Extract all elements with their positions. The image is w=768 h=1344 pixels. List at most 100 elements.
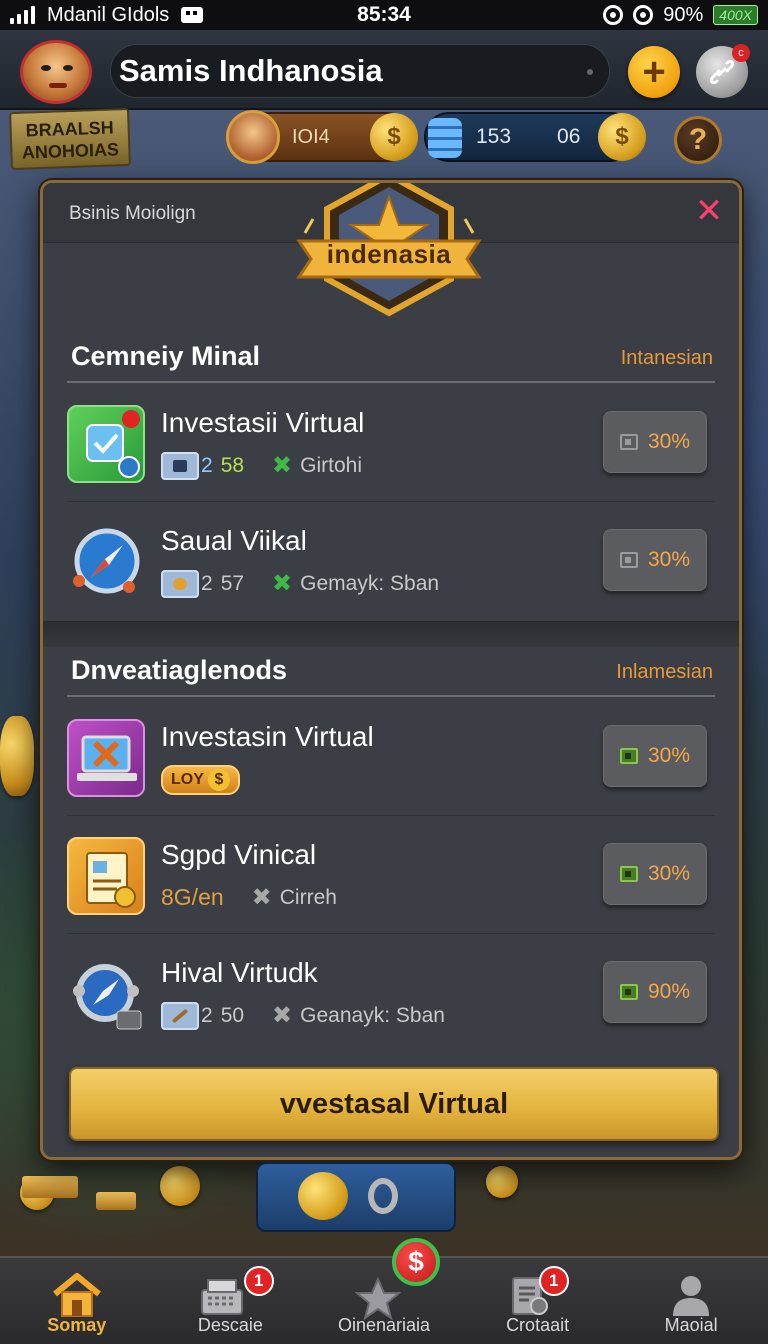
section-tag: Intanesian (620, 347, 713, 369)
item-tag: Cirreh (279, 885, 337, 909)
item-title: Hival Virtudk (161, 957, 318, 988)
dialog-subtitle: Bsinis Moiolign (69, 203, 196, 224)
notification-badge: 1 (243, 1266, 274, 1296)
cross-icon: ✖ (272, 1002, 293, 1029)
item-count: 2 (201, 1003, 213, 1027)
item-title: Saual Viikal (161, 525, 307, 556)
row-divider (67, 815, 715, 816)
coin-chip-icon (161, 569, 199, 598)
invest-percent: 30% (647, 430, 691, 453)
item-title: Sgpd Vinical (161, 839, 317, 870)
dollar-badge-icon: $ (391, 1238, 440, 1286)
item-value: 58 (220, 453, 245, 477)
item-meta: LOY $ (161, 765, 240, 795)
item-meta: 2 50 ✖ Geanayk: Sban (161, 1001, 445, 1030)
item-tag: Girtohi (300, 453, 363, 477)
nav-item-crotaait[interactable]: 1 Crotaait (461, 1258, 615, 1344)
coin-icon: $ (370, 113, 418, 161)
item-value: 57 (220, 571, 245, 595)
item-tag: Gemayk: Sban (300, 571, 440, 595)
link-button[interactable]: c (696, 44, 750, 98)
tool-chip-icon (161, 1001, 199, 1030)
currency-value: 153 (476, 125, 512, 148)
list-item[interactable]: Hival Virtudk 2 50 ✖ Geanayk: Sban 90% (43, 935, 739, 1051)
chips-icon (428, 118, 462, 158)
section-divider (67, 695, 715, 697)
ticket-icon (619, 866, 638, 882)
invest-button[interactable]: 90% (603, 961, 707, 1023)
nav-label: Crotaait (506, 1315, 570, 1335)
cash-register-icon (201, 1279, 244, 1315)
currency-bar[interactable]: 153 06 $ (424, 112, 646, 162)
notification-dot: c (732, 44, 750, 62)
invest-virtual-button[interactable]: vvestasal Virtual (69, 1067, 719, 1141)
laptop-icon (67, 719, 145, 797)
item-tag: Geanayk: Sban (300, 1003, 445, 1027)
investment-dialog: Bsinis Moiolign ✕ indenasia Cemneiy Mina… (40, 180, 742, 1160)
coin-decoration (160, 1166, 200, 1206)
invest-button[interactable]: 30% (603, 843, 707, 905)
status-bar: Mdanil GIdols 85:34 90% 400X (0, 0, 768, 30)
page-title: Samis Indhanosia (119, 53, 383, 88)
item-value: 50 (220, 1003, 245, 1027)
player-face-icon (226, 110, 280, 164)
ring-icon (368, 1178, 398, 1214)
nav-label: Descaie (197, 1315, 263, 1335)
signal-icon (10, 6, 35, 24)
nav-item-maoial[interactable]: Maoial (614, 1258, 768, 1344)
cross-icon: ✖ (272, 452, 293, 479)
battery-percent: 90% (663, 3, 704, 26)
cross-icon: ✖ (251, 884, 272, 911)
top-header: Samis Indhanosia + c (0, 30, 768, 110)
row-divider (67, 501, 715, 502)
list-item[interactable]: Saual Viikal 2 57 ✖ Gemayk: Sban 30% (43, 503, 739, 619)
add-button[interactable]: + (628, 46, 680, 98)
help-button[interactable]: ? (674, 116, 722, 164)
person-icon (673, 1276, 710, 1316)
invest-button[interactable]: 30% (603, 725, 707, 787)
invest-percent: 30% (647, 862, 691, 885)
collect-button[interactable] (256, 1162, 456, 1232)
player-level-bar[interactable]: IOI4 $ (226, 110, 418, 164)
document-icon (67, 837, 145, 915)
bottom-navigation: Somay 1 Descaie $ Oinenariaia 1 Crotaait… (0, 1238, 768, 1344)
database-icon (67, 405, 145, 483)
nav-label: Somay (47, 1315, 107, 1335)
item-meta: 8G/en ✖ Cirreh (161, 883, 337, 912)
section-divider (67, 381, 715, 383)
list-item[interactable]: Investasii Virtual 2 58 ✖ Girtohi 30% (43, 385, 739, 501)
item-title: Investasin Virtual (161, 721, 374, 752)
invest-button[interactable]: 30% (603, 529, 707, 591)
alarm-icon (633, 5, 654, 25)
notification-badge: 1 (538, 1266, 569, 1296)
gold-bar-decoration (96, 1192, 136, 1210)
ticket-icon (619, 748, 638, 764)
section-break (43, 621, 739, 647)
carrier-name: Mdanil GIdols (47, 3, 170, 26)
item-meta: 2 58 ✖ Girtohi (161, 451, 362, 480)
list-item[interactable]: Sgpd Vinical 8G/en ✖ Cirreh 30% (43, 817, 739, 933)
coin-icon: $ (598, 113, 646, 161)
close-icon[interactable]: ✕ (691, 193, 727, 229)
list-item[interactable]: Investasin Virtual LOY $ 30% (43, 699, 739, 815)
invest-button[interactable]: 30% (603, 411, 707, 473)
title-bar: Samis Indhanosia (110, 44, 610, 98)
item-count: 2 (201, 453, 213, 477)
invest-percent: 30% (647, 744, 691, 767)
coin-decoration (486, 1166, 518, 1198)
battery-icon: 400X (713, 5, 758, 25)
nav-item-descaie[interactable]: 1 Descaie (154, 1258, 308, 1344)
sync-icon (603, 5, 624, 25)
player-value: IOI4 (292, 125, 330, 148)
nav-item-home[interactable]: Somay (0, 1258, 154, 1344)
title-dot (587, 69, 593, 75)
loyalty-label: LOY (171, 771, 204, 788)
region-emblem: indenasia (291, 183, 487, 321)
section-title: Cemneiy Minal (71, 341, 261, 371)
player-avatar[interactable] (20, 40, 92, 104)
compass-icon (67, 955, 145, 1033)
nav-label: Maoial (664, 1315, 718, 1335)
section-title: Dnveatiaglenods (71, 655, 288, 685)
nav-item-oinenariaia[interactable]: $ Oinenariaia (307, 1238, 461, 1344)
home-icon (52, 1273, 101, 1317)
